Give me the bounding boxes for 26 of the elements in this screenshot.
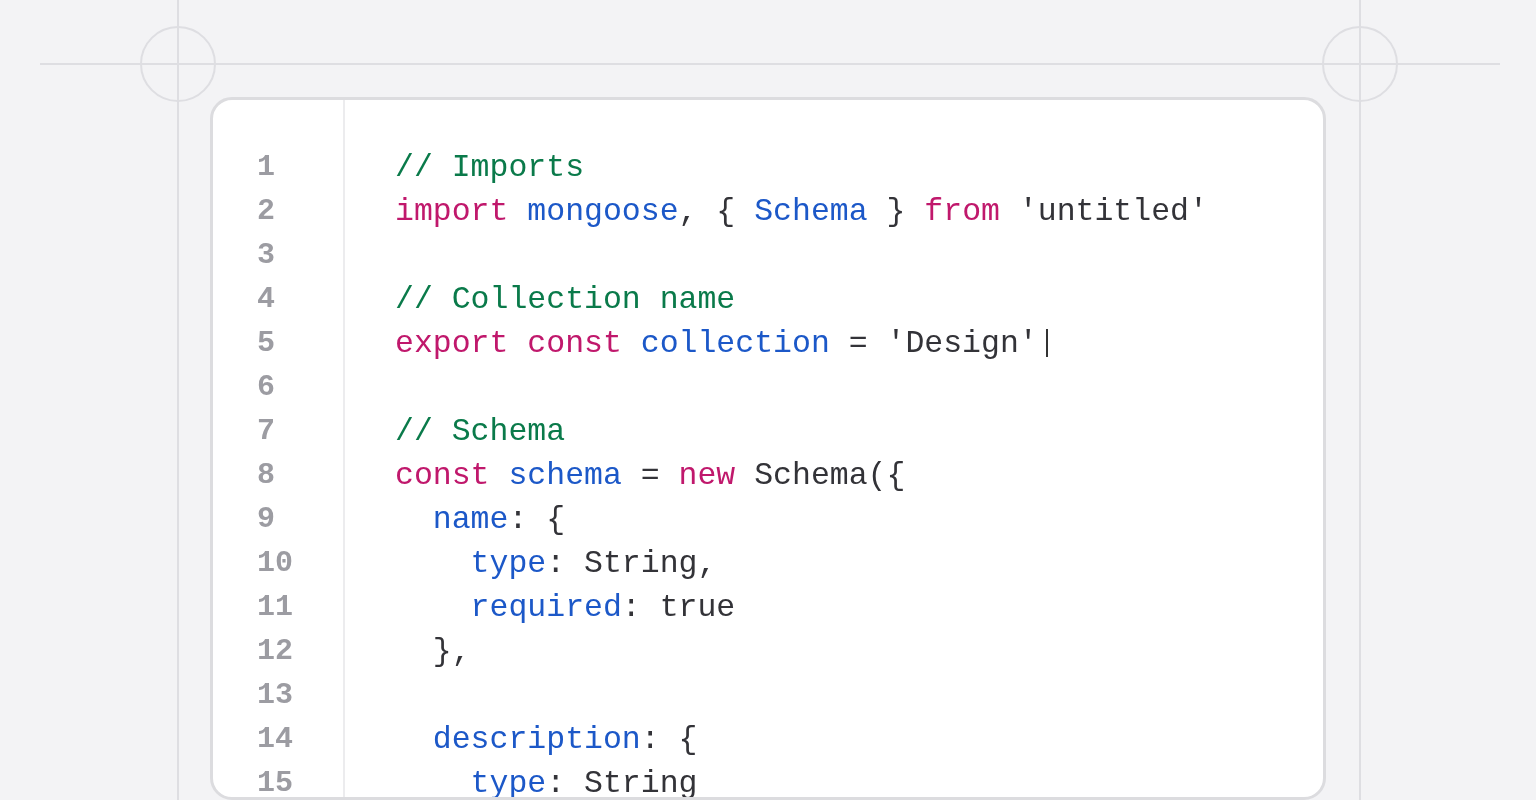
- line-number: 12: [257, 634, 293, 668]
- line-number: 4: [257, 282, 275, 316]
- line-number: 3: [257, 238, 275, 272]
- line-number: 11: [257, 590, 293, 624]
- code-line: name: {: [431, 501, 566, 537]
- line-number: 1: [257, 150, 275, 184]
- code-line: // Imports: [395, 149, 585, 185]
- code-line: // Schema: [395, 413, 566, 449]
- code-line: required: true: [469, 589, 736, 625]
- line-number: 7: [257, 414, 275, 448]
- code-line: type: String,: [469, 545, 717, 581]
- code-line: },: [431, 633, 471, 669]
- line-number: 2: [257, 194, 275, 228]
- line-number: 6: [257, 370, 275, 404]
- line-number: 14: [257, 722, 293, 756]
- code-line: description: {: [431, 721, 698, 757]
- line-number: 9: [257, 502, 275, 536]
- code-line: // Collection name: [395, 281, 736, 317]
- line-number: 5: [257, 326, 275, 360]
- line-number: 8: [257, 458, 275, 492]
- code-line: const schema = new Schema({: [395, 457, 906, 493]
- line-number: 15: [257, 766, 293, 797]
- line-number: 10: [257, 546, 293, 580]
- code-line: import mongoose, { Schema } from 'untitled': [395, 193, 1208, 229]
- line-number: 13: [257, 678, 293, 712]
- code-line: export const collection = 'Design': [395, 325, 1038, 361]
